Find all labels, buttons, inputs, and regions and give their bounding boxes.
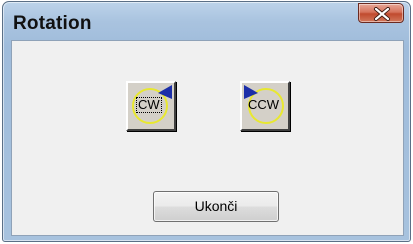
rotation-dialog: Rotation CW CCW Ukonči bbox=[2, 1, 411, 242]
ccw-label: CCW bbox=[248, 97, 280, 112]
cw-label: CW bbox=[136, 97, 162, 113]
rotate-cw-button[interactable]: CW bbox=[126, 81, 176, 131]
title-bar[interactable]: Rotation bbox=[3, 2, 410, 38]
rotate-ccw-button[interactable]: CCW bbox=[240, 81, 290, 131]
close-button[interactable] bbox=[358, 3, 404, 23]
dialog-content: CW CCW Ukonči bbox=[11, 40, 404, 236]
end-button[interactable]: Ukonči bbox=[153, 191, 279, 222]
close-icon bbox=[374, 7, 390, 21]
window-title: Rotation bbox=[13, 13, 92, 34]
